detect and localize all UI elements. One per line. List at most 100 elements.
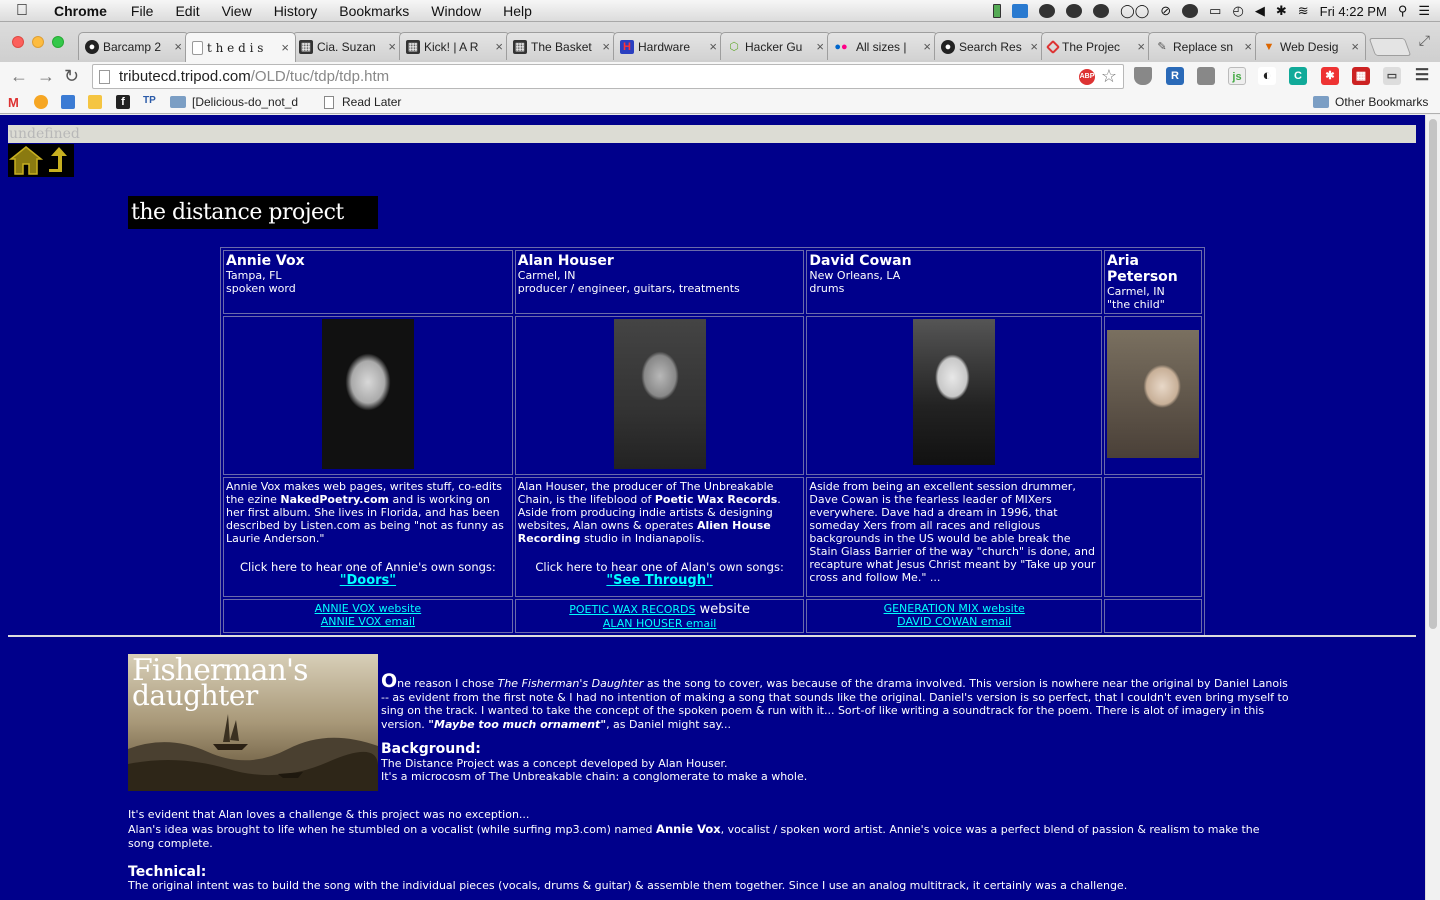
david-email-link[interactable]: DAVID COWAN email (897, 615, 1011, 628)
airplay-icon[interactable]: ▭ (1209, 3, 1221, 19)
address-bar[interactable]: tributecd.tripod.com/OLD/tuc/tdp/tdp.htm… (92, 64, 1124, 89)
menu-icon[interactable]: ☰ (1413, 67, 1431, 85)
menu-app-chrome[interactable]: Chrome (44, 3, 121, 19)
annie-song-link[interactable]: "Doors" (340, 573, 396, 588)
forward-icon[interactable]: → (37, 66, 55, 87)
menu-file[interactable]: File (121, 3, 166, 19)
generation-mix-link[interactable]: GENERATION MIX website (884, 602, 1025, 615)
bookmark-other[interactable]: Other Bookmarks (1313, 95, 1428, 109)
tab-close-icon[interactable]: × (495, 39, 503, 54)
lastpass-icon[interactable]: ✱ (1321, 67, 1339, 85)
page-scrollbar[interactable] (1425, 115, 1440, 900)
url-path: /OLD/tuc/tdp/tdp.htm (250, 68, 390, 85)
tag-icon[interactable] (1197, 67, 1215, 85)
tab-flickr[interactable]: ●● All sizes | × (827, 32, 938, 60)
tab-close-icon[interactable]: × (602, 39, 610, 54)
cloud-icon-2[interactable] (1093, 4, 1110, 18)
block-icon[interactable]: ⊘ (1160, 3, 1171, 19)
bluetooth-icon[interactable]: ✱ (1276, 3, 1287, 19)
project-icon (1045, 39, 1061, 54)
tab-search-results[interactable]: ● Search Res × (934, 32, 1045, 60)
bookmark-sun[interactable] (34, 95, 53, 109)
project-title: the distance project (128, 196, 378, 229)
tab-distance-project[interactable]: t h e d i s × (185, 32, 296, 62)
fullscreen-icon[interactable]: ⤢ (1419, 32, 1430, 49)
window-close-button[interactable] (12, 36, 24, 48)
home-icon[interactable] (9, 145, 43, 176)
adblock-icon[interactable]: ABP (1079, 69, 1095, 85)
tab-hardware[interactable]: H Hardware × (613, 32, 724, 60)
wifi-icon[interactable]: ≋ (1298, 3, 1309, 19)
dropbox-icon[interactable] (1012, 4, 1029, 18)
bookmark-5[interactable]: TP (143, 95, 162, 109)
annie-website-link[interactable]: ANNIE VOX website (315, 602, 422, 615)
menu-history[interactable]: History (264, 3, 330, 19)
evernote-icon[interactable]: ▦ (1352, 67, 1370, 85)
spotlight-icon[interactable]: ⚲ (1398, 3, 1408, 19)
bookmark-star-icon[interactable]: ☆ (1101, 66, 1117, 87)
tab-web-design[interactable]: ▼ Web Desig × (1255, 32, 1366, 60)
cast-icon[interactable]: ▭ (1383, 67, 1401, 85)
bookmark-4[interactable]: f (116, 95, 135, 109)
time-machine-icon[interactable]: ◴ (1232, 3, 1243, 19)
tab-barcamp[interactable]: ● Barcamp 2 × (78, 32, 189, 60)
clock-text[interactable]: Fri 4:22 PM (1320, 4, 1387, 19)
new-tab-button[interactable] (1368, 38, 1412, 56)
alan-song-link[interactable]: "See Through" (606, 573, 712, 588)
tab-hacker-guide[interactable]: ⬡ Hacker Gu × (720, 32, 831, 60)
tab-close-icon[interactable]: × (1030, 39, 1038, 54)
tab-replace[interactable]: ✎ Replace sn × (1148, 32, 1259, 60)
readability-icon[interactable]: R (1166, 67, 1184, 85)
sync-icon[interactable] (1039, 4, 1056, 18)
menu-help[interactable]: Help (493, 3, 544, 19)
notification-center-icon[interactable]: ☰ (1418, 3, 1430, 19)
back-icon[interactable]: ← (10, 66, 28, 87)
record-icon[interactable] (1182, 4, 1199, 18)
window-zoom-button[interactable] (52, 36, 64, 48)
pocket-icon[interactable] (1134, 67, 1152, 85)
scrollbar-thumb[interactable] (1429, 119, 1437, 629)
tab-close-icon[interactable]: × (174, 39, 182, 54)
member-info-annie: Annie Vox Tampa, FL spoken word (223, 250, 513, 314)
members-bio-row: Annie Vox makes web pages, writes stuff,… (223, 477, 1202, 597)
bookmark-gmail[interactable]: M (8, 95, 27, 110)
reload-icon[interactable]: ↻ (64, 66, 79, 87)
tab-close-icon[interactable]: × (1137, 39, 1145, 54)
tab-the-project[interactable]: The Projec × (1041, 32, 1152, 60)
alan-email-link[interactable]: ALAN HOUSER email (603, 617, 717, 630)
bookmark-3[interactable] (88, 95, 107, 109)
pie-icon[interactable]: ◐ (1258, 67, 1276, 85)
js-icon[interactable]: js (1228, 67, 1246, 85)
bookmark-folder-delicious[interactable]: [Delicious-do_not_d (170, 95, 298, 109)
volume-icon[interactable]: ◀ (1255, 3, 1265, 19)
bookmark-read-later[interactable]: Read Later (324, 95, 401, 109)
member-role: drums (809, 282, 845, 295)
apple-menu-icon[interactable]:  (0, 2, 44, 20)
menu-window[interactable]: Window (421, 3, 493, 19)
menu-edit[interactable]: Edit (165, 3, 211, 19)
tab-cia-suzan[interactable]: ▦ Cia. Suzan × (292, 32, 403, 60)
tab-basket[interactable]: ▦ The Basket × (506, 32, 617, 60)
window-minimize-button[interactable] (32, 36, 44, 48)
battery-icon[interactable] (993, 4, 1002, 18)
tab-close-icon[interactable]: × (281, 40, 289, 55)
menu-bookmarks[interactable]: Bookmarks (329, 3, 421, 19)
tab-close-icon[interactable]: × (1244, 39, 1252, 54)
annie-email-link[interactable]: ANNIE VOX email (321, 615, 415, 628)
background-line: It's a microcosm of The Unbreakable chai… (381, 770, 808, 783)
arrows-icon (88, 95, 102, 109)
menu-view[interactable]: View (212, 3, 264, 19)
bookmark-2[interactable] (61, 95, 80, 109)
tab-kick[interactable]: ▦ Kick! | A R × (399, 32, 510, 60)
tab-close-icon[interactable]: × (1351, 39, 1359, 54)
tab-close-icon[interactable]: × (923, 39, 931, 54)
cloud-icon[interactable] (1066, 4, 1083, 18)
tab-close-icon[interactable]: × (388, 39, 396, 54)
clipper-icon[interactable]: C (1289, 67, 1307, 85)
up-arrow-icon[interactable] (46, 145, 72, 176)
glasses-icon[interactable]: ◯◯ (1120, 3, 1149, 19)
tab-close-icon[interactable]: × (816, 39, 824, 54)
tab-close-icon[interactable]: × (709, 39, 717, 54)
background-heading: Background: (381, 741, 481, 757)
poetic-wax-link[interactable]: POETIC WAX RECORDS (569, 603, 695, 616)
